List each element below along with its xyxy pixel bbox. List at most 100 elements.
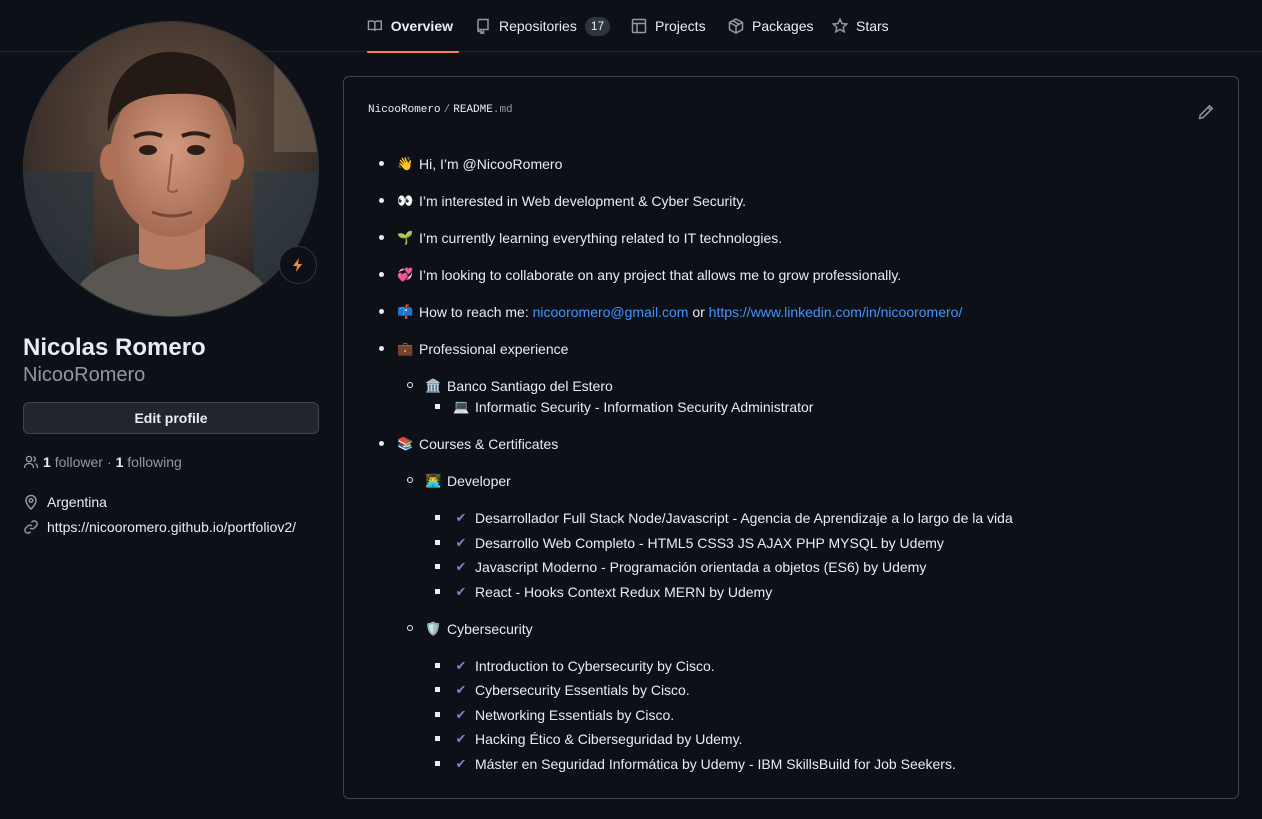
avatar[interactable] (23, 21, 319, 317)
tab-projects-label: Projects (655, 18, 706, 34)
bullet (379, 441, 384, 446)
or-text: or (692, 304, 705, 320)
book-icon (367, 20, 382, 32)
readme-path: NicooRomero / README.md (368, 104, 513, 116)
bullet (407, 477, 413, 483)
bank-icon: 🏛️ (425, 378, 442, 393)
list-item-text: Developer (447, 473, 511, 489)
list-item: 🛡️ Cybersecurity (425, 619, 533, 639)
follow-separator: · (106, 454, 112, 470)
list-item: 🏛️ Banco Santiago del Estero (425, 376, 613, 396)
tab-repositories[interactable]: Repositories 17 (475, 0, 611, 52)
list-item: ✔ Javascript Moderno - Programación orien… (453, 557, 927, 577)
list-item-text: Banco Santiago del Estero (447, 378, 613, 394)
tab-repositories-label: Repositories (499, 18, 577, 34)
bullet (435, 736, 440, 741)
course-text: Javascript Moderno - Programación orient… (475, 559, 927, 575)
edit-profile-button[interactable]: Edit profile (23, 402, 319, 434)
course-text: Desarrollador Full Stack Node/Javascript… (475, 510, 1013, 526)
check-icon: ✔ (455, 559, 467, 574)
bullet (435, 687, 440, 692)
tab-overview-label: Overview (390, 18, 453, 34)
list-item-text: I’m looking to collaborate on any projec… (419, 267, 902, 283)
followers-link[interactable]: 1 follower (43, 454, 103, 470)
table-icon (631, 18, 647, 34)
bullet (379, 309, 384, 314)
people-icon (23, 455, 39, 469)
repo-icon (477, 18, 489, 34)
bullet (435, 564, 440, 569)
list-item: 👨‍💻 Developer (425, 471, 511, 491)
tab-overview[interactable]: Overview (367, 0, 459, 53)
follow-stats: 1 follower · 1 following (23, 452, 182, 472)
hearts-icon: 💞️ (397, 267, 414, 282)
bullet (435, 663, 440, 668)
list-item-text: Informatic Security - Information Securi… (475, 399, 814, 415)
bullet (379, 272, 384, 277)
course-text: Introduction to Cybersecurity by Cisco. (475, 658, 715, 674)
check-icon: ✔ (455, 658, 467, 673)
list-item: ✔ Máster en Seguridad Informática by Udem… (453, 754, 956, 774)
avatar-image (24, 22, 318, 316)
tab-packages[interactable]: Packages (728, 0, 813, 52)
list-item: 💻 Informatic Security - Information Secur… (453, 397, 813, 417)
star-icon (832, 18, 848, 34)
list-item: 👋 Hi, I’m @NicooRomero (397, 154, 562, 174)
tab-packages-label: Packages (752, 18, 814, 34)
readme-path-file: README (453, 104, 493, 116)
course-text: Hacking Ético & Ciberseguridad by Udemy. (475, 731, 743, 747)
tab-projects[interactable]: Projects (631, 0, 706, 52)
repositories-count-badge: 17 (584, 16, 611, 36)
profile-website: https://nicooromero.github.io/portfoliov… (23, 517, 296, 537)
course-text: Networking Essentials by Cisco. (475, 707, 675, 723)
profile-location: Argentina (23, 492, 107, 512)
followers-label: follower (54, 454, 103, 470)
readme-path-ext: .md (492, 104, 513, 116)
following-label: following (127, 454, 182, 470)
location-text: Argentina (47, 494, 107, 510)
location-icon (25, 494, 37, 510)
readme-path-separator: / (443, 104, 451, 116)
list-item: ✔ Networking Essentials by Cisco. (453, 705, 675, 725)
technologist-icon: 👨‍💻 (425, 473, 442, 488)
following-count: 1 (115, 454, 124, 470)
email-link[interactable]: nicooromero@gmail.com (533, 304, 689, 320)
bullet (435, 515, 440, 520)
computer-icon: 💻 (453, 399, 470, 414)
list-item: ✔ Cybersecurity Essentials by Cisco. (453, 680, 690, 700)
tab-stars-label: Stars (856, 18, 889, 34)
list-item-text: How to reach me: (419, 304, 529, 320)
pencil-icon (1198, 104, 1214, 120)
tab-stars[interactable]: Stars (832, 0, 889, 52)
course-text: Máster en Seguridad Informática by Udemy… (475, 756, 956, 772)
list-item: 💞️ I’m looking to collaborate on any proj… (397, 265, 901, 285)
waving-hand-icon: 👋 (397, 156, 414, 171)
package-icon (728, 18, 744, 34)
readme-path-user[interactable]: NicooRomero (368, 104, 441, 116)
edit-readme-button[interactable] (1198, 104, 1214, 120)
course-text: Desarrollo Web Completo - HTML5 CSS3 JS … (475, 535, 944, 551)
list-item: 🌱 I’m currently learning everything relat… (397, 228, 782, 248)
bullet (379, 346, 384, 351)
set-status-button[interactable] (279, 246, 317, 284)
linkedin-link[interactable]: https://www.linkedin.com/in/nicooromero/ (709, 304, 963, 320)
bullet (435, 712, 440, 717)
list-item: ✔ Hacking Ético & Ciberseguridad by Udemy… (453, 729, 743, 749)
course-text: Cybersecurity Essentials by Cisco. (475, 682, 690, 698)
shield-icon: 🛡️ (425, 621, 442, 636)
mailbox-icon: 📫 (397, 304, 414, 319)
list-item: ✔ Desarrollador Full Stack Node/Javascrip… (453, 508, 1013, 528)
bullet (435, 589, 440, 594)
check-icon: ✔ (455, 682, 467, 697)
list-item: ✔ Desarrollo Web Completo - HTML5 CSS3 JS… (453, 533, 944, 553)
zap-icon (293, 258, 302, 272)
list-item: ✔ React - Hooks Context Redux MERN by Ude… (453, 582, 773, 602)
following-link[interactable]: 1 following (116, 454, 182, 470)
list-item: ✔ Introduction to Cybersecurity by Cisco. (453, 656, 715, 676)
bullet (379, 235, 384, 240)
website-link[interactable]: https://nicooromero.github.io/portfoliov… (47, 519, 296, 535)
bullet (379, 161, 384, 166)
bullet (435, 761, 440, 766)
followers-count: 1 (43, 454, 51, 470)
check-icon: ✔ (455, 707, 467, 722)
